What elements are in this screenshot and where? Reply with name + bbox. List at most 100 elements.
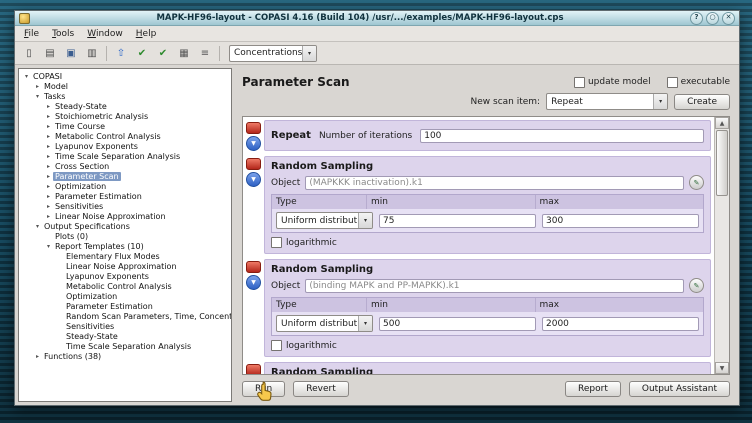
move-down-button[interactable]: ▼ [246, 172, 261, 187]
tree-item-cross-section[interactable]: ▸Cross Section [19, 161, 231, 171]
tree-item-copasi[interactable]: ▾COPASI [19, 71, 231, 81]
concentrations-select[interactable]: Concentrations ▾ [229, 45, 317, 62]
delete-scan-item-button[interactable] [246, 158, 261, 170]
collapse-icon[interactable]: ▾ [22, 73, 31, 80]
tree-item-metabolic-control-analysis[interactable]: Metabolic Control Analysis [19, 281, 231, 291]
tree-item-parameter-scan[interactable]: ▸Parameter Scan [19, 171, 231, 181]
update-model-checkbox[interactable] [574, 77, 585, 88]
revert-button[interactable]: Revert [293, 381, 348, 397]
expand-icon[interactable]: ▸ [44, 203, 53, 210]
expand-icon[interactable]: ▸ [44, 133, 53, 140]
tree-item-linear-noise-approximation[interactable]: ▸Linear Noise Approximation [19, 211, 231, 221]
collapse-icon[interactable]: ▾ [44, 243, 53, 250]
tree-item-model[interactable]: ▸Model [19, 81, 231, 91]
iterations-input[interactable] [420, 129, 704, 143]
logarithmic-checkbox[interactable] [271, 237, 282, 248]
expand-icon[interactable]: ▸ [44, 153, 53, 160]
tree-item-elementary-flux-modes[interactable]: Elementary Flux Modes [19, 251, 231, 261]
move-down-button[interactable]: ▼ [246, 275, 261, 290]
scroll-down-button[interactable]: ▼ [715, 362, 729, 374]
check-icon[interactable]: ✔ [132, 44, 152, 63]
double-check-icon[interactable]: ✔ [153, 44, 173, 63]
tree-item-parameter-estimation[interactable]: ▸Parameter Estimation [19, 191, 231, 201]
scroll-up-button[interactable]: ▲ [715, 117, 729, 129]
expand-icon[interactable]: ▸ [44, 193, 53, 200]
tree-item-time-course[interactable]: ▸Time Course [19, 121, 231, 131]
new-file-icon[interactable]: ▯ [19, 44, 39, 63]
tree-item-sensitivities[interactable]: Sensitivities [19, 321, 231, 331]
minimize-button[interactable]: ○ [706, 12, 719, 25]
tree-item-optimization[interactable]: ▸Optimization [19, 181, 231, 191]
tree-item-random-scan-parameters-time-concentrations[interactable]: Random Scan Parameters, Time, Concentrat… [19, 311, 231, 321]
executable-checkbox[interactable] [667, 77, 678, 88]
move-down-button[interactable]: ▼ [246, 136, 261, 151]
object-input[interactable] [305, 176, 684, 190]
expand-icon[interactable]: ▸ [44, 103, 53, 110]
tree-item-output-specifications[interactable]: ▾Output Specifications [19, 221, 231, 231]
tree-item-functions-38[interactable]: ▸Functions (38) [19, 351, 231, 361]
output-assistant-button[interactable]: Output Assistant [629, 381, 730, 397]
tree-item-time-scale-separation-analysis[interactable]: Time Scale Separation Analysis [19, 341, 231, 351]
tree-item-lyapunov-exponents[interactable]: Lyapunov Exponents [19, 271, 231, 281]
menu-help[interactable]: Help [130, 28, 163, 40]
expand-icon[interactable]: ▸ [44, 213, 53, 220]
object-select-button[interactable]: ✎ [689, 278, 704, 293]
expand-icon[interactable]: ▸ [44, 163, 53, 170]
tree-item-report-templates-10[interactable]: ▾Report Templates (10) [19, 241, 231, 251]
delete-scan-item-button[interactable] [246, 364, 261, 374]
slider-icon[interactable]: ≡ [195, 44, 215, 63]
expand-icon[interactable]: ▸ [44, 143, 53, 150]
distribution-select[interactable]: Uniform distribution▾ [276, 212, 373, 229]
tree-item-plots-0[interactable]: Plots (0) [19, 231, 231, 241]
report-button[interactable]: Report [565, 381, 621, 397]
min-input[interactable] [379, 317, 536, 331]
matrix-icon[interactable]: ▦ [174, 44, 194, 63]
tree-item-lyapunov-exponents[interactable]: ▸Lyapunov Exponents [19, 141, 231, 151]
collapse-icon[interactable]: ▾ [33, 93, 42, 100]
tree-item-linear-noise-approximation[interactable]: Linear Noise Approximation [19, 261, 231, 271]
create-button[interactable]: Create [674, 94, 730, 110]
help-button[interactable]: ? [690, 12, 703, 25]
delete-scan-item-button[interactable] [246, 261, 261, 273]
expand-icon[interactable]: ▸ [44, 113, 53, 120]
expand-icon[interactable]: ▸ [44, 173, 53, 180]
scrollbar-thumb[interactable] [716, 130, 728, 196]
report-icon[interactable]: ▤ [40, 44, 60, 63]
titlebar[interactable]: MAPK-HF96-layout - COPASI 4.16 (Build 10… [15, 11, 739, 26]
menu-file[interactable]: File [18, 28, 45, 40]
object-select-button[interactable]: ✎ [689, 175, 704, 190]
run-button[interactable]: Run [242, 381, 285, 397]
print-icon[interactable]: ▥ [82, 44, 102, 63]
executable-option[interactable]: executable [667, 77, 730, 88]
collapse-icon[interactable]: ▾ [33, 223, 42, 230]
tree-item-steady-state[interactable]: Steady-State [19, 331, 231, 341]
scrollbar-track[interactable] [715, 197, 729, 362]
tree-item-steady-state[interactable]: ▸Steady-State [19, 101, 231, 111]
tree-item-metabolic-control-analysis[interactable]: ▸Metabolic Control Analysis [19, 131, 231, 141]
tree-item-parameter-estimation[interactable]: Parameter Estimation [19, 301, 231, 311]
max-input[interactable] [542, 214, 699, 228]
tree-item-tasks[interactable]: ▾Tasks [19, 91, 231, 101]
expand-icon[interactable]: ▸ [44, 123, 53, 130]
up-arrow-icon[interactable]: ⇧ [111, 44, 131, 63]
menu-tools[interactable]: Tools [46, 28, 80, 40]
tree-item-sensitivities[interactable]: ▸Sensitivities [19, 201, 231, 211]
logarithmic-checkbox[interactable] [271, 340, 282, 351]
tree-item-stoichiometric-analysis[interactable]: ▸Stoichiometric Analysis [19, 111, 231, 121]
min-input[interactable] [379, 214, 536, 228]
tree-item-time-scale-separation-analysis[interactable]: ▸Time Scale Separation Analysis [19, 151, 231, 161]
object-input[interactable] [305, 279, 684, 293]
expand-icon[interactable]: ▸ [33, 83, 42, 90]
expand-icon[interactable]: ▸ [44, 183, 53, 190]
new-scan-item-select[interactable]: Repeat ▾ [546, 93, 668, 110]
expand-icon[interactable]: ▸ [33, 353, 42, 360]
tree-item-optimization[interactable]: Optimization [19, 291, 231, 301]
update-model-option[interactable]: update model [574, 77, 651, 88]
close-button[interactable]: ✕ [722, 12, 735, 25]
scan-scrollbar[interactable]: ▲ ▼ [714, 117, 729, 374]
save-icon[interactable]: ▣ [61, 44, 81, 63]
menu-window[interactable]: Window [81, 28, 129, 40]
max-input[interactable] [542, 317, 699, 331]
delete-scan-item-button[interactable] [246, 122, 261, 134]
distribution-select[interactable]: Uniform distribution▾ [276, 315, 373, 332]
